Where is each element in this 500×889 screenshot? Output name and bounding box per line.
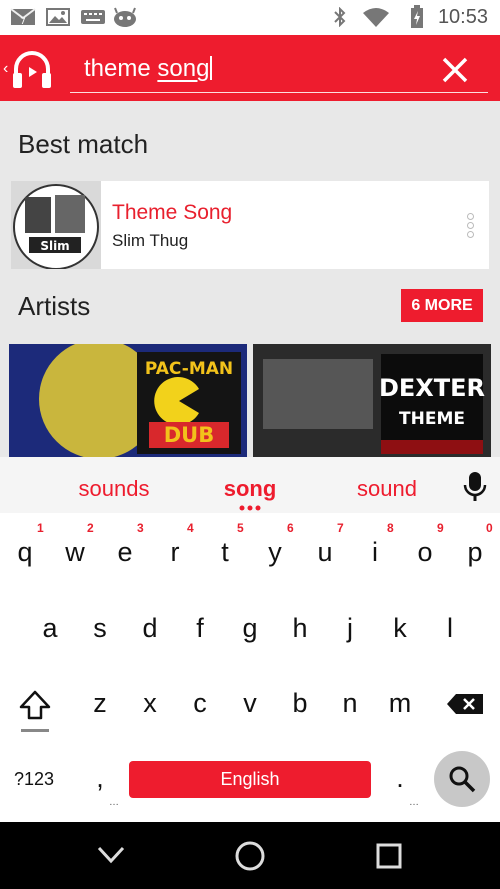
- best-match-heading: Best match: [18, 129, 149, 159]
- status-bar: 7 10:53: [0, 0, 500, 35]
- shift-icon[interactable]: [18, 688, 52, 734]
- key-z[interactable]: z: [75, 688, 125, 719]
- search-results: Best match Slim Theme Song Slim Thug Art…: [0, 101, 500, 457]
- image-icon: [46, 8, 70, 26]
- key-c[interactable]: c: [175, 688, 225, 719]
- wifi-icon: [363, 8, 389, 27]
- key-k[interactable]: k: [375, 613, 425, 644]
- key-y[interactable]: y: [250, 537, 300, 568]
- navigation-bar: [0, 822, 500, 889]
- clock: 10:53: [437, 6, 488, 28]
- artist-tile-dexter-theme[interactable]: DEXTER THEME: [253, 344, 491, 457]
- key-p[interactable]: p: [450, 537, 500, 568]
- search-app-bar: ‹ theme song: [0, 35, 500, 101]
- headphones-logo-icon[interactable]: [10, 47, 54, 91]
- back-chevron-icon[interactable]: [96, 842, 126, 868]
- suggestion-song[interactable]: song: [190, 476, 310, 502]
- text-cursor: [210, 56, 213, 80]
- comma-key[interactable]: ,: [75, 763, 125, 794]
- svg-text:7: 7: [20, 17, 26, 27]
- key-b[interactable]: b: [275, 688, 325, 719]
- microphone-icon[interactable]: [463, 471, 487, 503]
- key-hint: 6: [287, 521, 294, 535]
- album-art: Slim: [11, 181, 101, 269]
- key-q[interactable]: q: [0, 537, 50, 568]
- search-icon: [449, 766, 476, 793]
- comma-more-dots: …: [109, 797, 119, 808]
- key-e[interactable]: e: [100, 537, 150, 568]
- key-hint: 7: [337, 521, 344, 535]
- track-artist: Slim Thug: [112, 231, 189, 250]
- period-key[interactable]: .: [375, 763, 425, 794]
- key-m[interactable]: m: [375, 688, 425, 719]
- key-a[interactable]: a: [25, 613, 75, 644]
- search-query-text: theme song: [84, 55, 213, 83]
- key-r[interactable]: r: [150, 537, 200, 568]
- key-o[interactable]: o: [400, 537, 450, 568]
- key-s[interactable]: s: [75, 613, 125, 644]
- bluetooth-icon: [334, 7, 346, 27]
- key-f[interactable]: f: [175, 613, 225, 644]
- artist-tile-pacman-dub[interactable]: PAC-MAN DUB: [9, 344, 247, 457]
- symbols-key[interactable]: ?123: [14, 769, 54, 790]
- home-circle-icon[interactable]: [234, 840, 266, 872]
- svg-text:Slim: Slim: [40, 239, 69, 253]
- key-h[interactable]: h: [275, 613, 325, 644]
- key-hint: 5: [237, 521, 244, 535]
- track-title: Theme Song: [112, 201, 233, 224]
- more-artists-button[interactable]: 6 MORE: [401, 289, 483, 322]
- battery-charging-icon: [411, 5, 423, 28]
- key-hint: 8: [387, 521, 394, 535]
- svg-text:THEME: THEME: [399, 409, 465, 429]
- key-hint: 2: [87, 521, 94, 535]
- key-l[interactable]: l: [425, 613, 475, 644]
- key-hint: 0: [486, 521, 493, 535]
- backspace-icon[interactable]: [446, 693, 484, 715]
- artists-heading: Artists: [18, 291, 91, 321]
- suggestion-strip: sounds song sound: [0, 457, 500, 513]
- space-bar[interactable]: English: [129, 761, 371, 798]
- recents-square-icon[interactable]: [375, 842, 403, 870]
- key-u[interactable]: u: [300, 537, 350, 568]
- up-caret-icon[interactable]: ‹: [3, 60, 8, 78]
- key-hint: 9: [437, 521, 444, 535]
- key-i[interactable]: i: [350, 537, 400, 568]
- key-x[interactable]: x: [125, 688, 175, 719]
- overflow-menu-icon[interactable]: [465, 213, 475, 241]
- key-g[interactable]: g: [225, 613, 275, 644]
- close-icon[interactable]: [440, 55, 470, 85]
- suggestion-sounds[interactable]: sounds: [54, 476, 174, 502]
- search-input[interactable]: theme song: [70, 49, 488, 93]
- svg-text:DUB: DUB: [164, 423, 215, 447]
- key-hint: 1: [37, 521, 44, 535]
- key-d[interactable]: d: [125, 613, 175, 644]
- more-suggestions-icon: [239, 505, 261, 511]
- svg-text:PAC-MAN: PAC-MAN: [145, 359, 233, 379]
- svg-text:DEXTER: DEXTER: [379, 374, 485, 402]
- search-action-key[interactable]: [434, 751, 490, 807]
- suggestion-sound[interactable]: sound: [327, 476, 447, 502]
- key-hint: 4: [187, 521, 194, 535]
- key-n[interactable]: n: [325, 688, 375, 719]
- key-w[interactable]: w: [50, 537, 100, 568]
- best-match-card[interactable]: Slim Theme Song Slim Thug: [11, 181, 489, 269]
- key-v[interactable]: v: [225, 688, 275, 719]
- composing-word: song: [157, 55, 210, 82]
- key-t[interactable]: t: [200, 537, 250, 568]
- period-more-dots: …: [409, 797, 419, 808]
- soft-keyboard: 1 2 3 4 5 6 7 8 9 0 q w e r t y u i o p …: [0, 513, 500, 822]
- key-j[interactable]: j: [325, 613, 375, 644]
- keyboard-icon: [81, 10, 105, 24]
- key-hint: 3: [137, 521, 144, 535]
- cyanogen-icon: [114, 7, 136, 27]
- gmail-7-icon: 7: [10, 8, 36, 27]
